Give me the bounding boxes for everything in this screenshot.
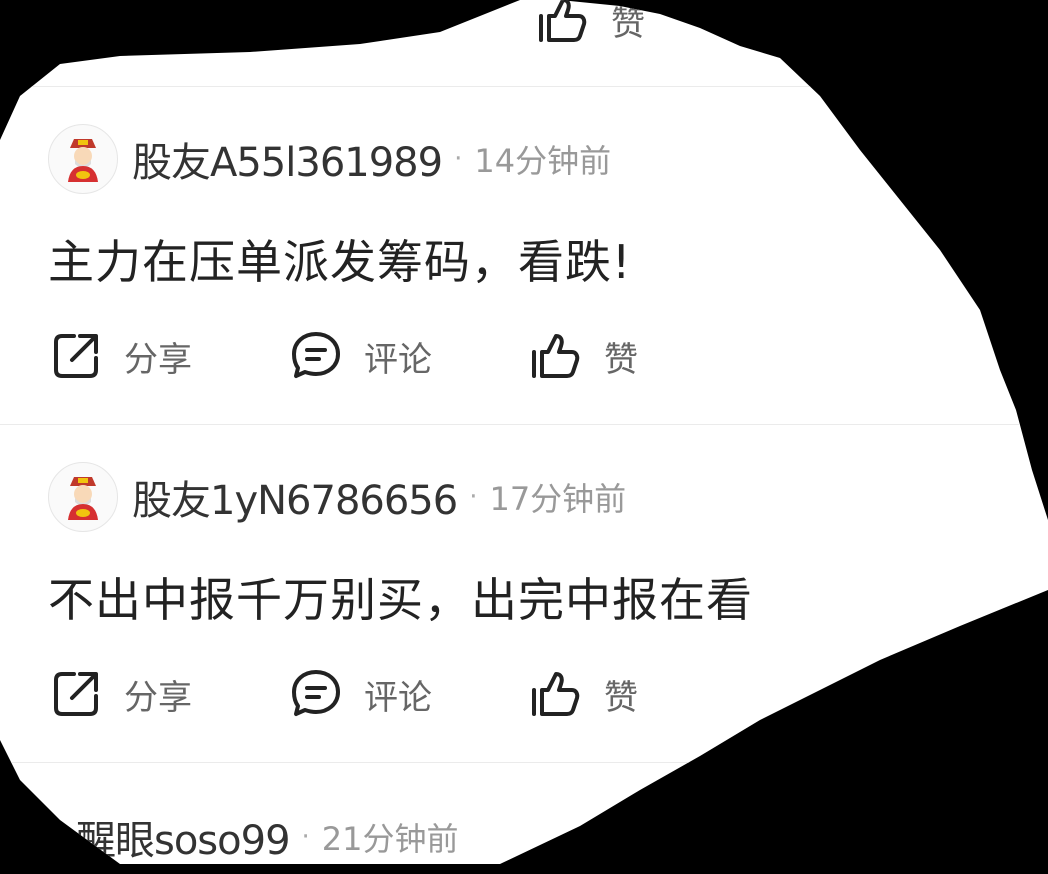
timestamp: 17分钟前 [489, 480, 627, 518]
username[interactable]: 股友1yN6786656 [132, 468, 458, 526]
share-label: 分享 [124, 339, 192, 380]
fortune-god-avatar-icon [68, 139, 98, 182]
avatar[interactable] [48, 462, 118, 532]
share-label: 分享 [124, 677, 192, 718]
thumbs-up-icon [532, 334, 580, 378]
separator-dot: · [469, 482, 478, 512]
share-icon [54, 672, 98, 716]
action-row: 分享 评论 赞 [48, 664, 638, 724]
username[interactable]: 醒眼soso99 [76, 808, 291, 864]
comment-text: 不出中报千万别买，出完中报在看 [48, 573, 753, 627]
comment-label: 评论 [364, 677, 432, 718]
like-label: 赞 [604, 339, 638, 380]
comment-button[interactable]: 评论 [288, 328, 432, 384]
share-button[interactable]: 分享 [48, 328, 192, 384]
divider [0, 424, 1048, 425]
separator-dot: · [301, 822, 310, 852]
divider [0, 86, 1048, 87]
like-button[interactable]: 赞 [528, 666, 638, 722]
like-button[interactable]: 赞 [535, 0, 645, 48]
separator-dot: · [454, 144, 463, 174]
comment-header: 股友1yN6786656 · 17分钟前 [48, 460, 626, 534]
like-button[interactable]: 赞 [528, 328, 638, 384]
comment-feed: 赞 股友A55l361989 · 14分钟前 主力在压单派发筹码，看跌! 分享 … [0, 0, 1048, 864]
avatar[interactable] [48, 124, 118, 194]
thumbs-up-icon [539, 0, 587, 42]
comment-text: 主力在压单派发筹码，看跌! [48, 235, 632, 289]
timestamp: 21分钟前 [321, 820, 459, 858]
action-row: 分享 评论 赞 [48, 326, 638, 386]
divider [0, 762, 1048, 763]
comment-header: 股友A55l361989 · 14分钟前 [48, 122, 611, 196]
comment-icon [292, 332, 340, 378]
timestamp: 14分钟前 [474, 142, 612, 180]
partial-action-row: 赞 [535, 0, 645, 48]
share-button[interactable]: 分享 [48, 666, 192, 722]
comment-button[interactable]: 评论 [288, 666, 432, 722]
thumbs-up-icon [532, 672, 580, 716]
comment-icon [292, 670, 340, 716]
comment-header: 醒眼soso99 · 21分钟前 [62, 800, 459, 864]
username[interactable]: 股友A55l361989 [132, 130, 443, 188]
like-label: 赞 [611, 3, 645, 44]
comment-label: 评论 [364, 339, 432, 380]
share-icon [54, 334, 98, 378]
like-label: 赞 [604, 677, 638, 718]
fortune-god-avatar-icon [68, 477, 98, 520]
